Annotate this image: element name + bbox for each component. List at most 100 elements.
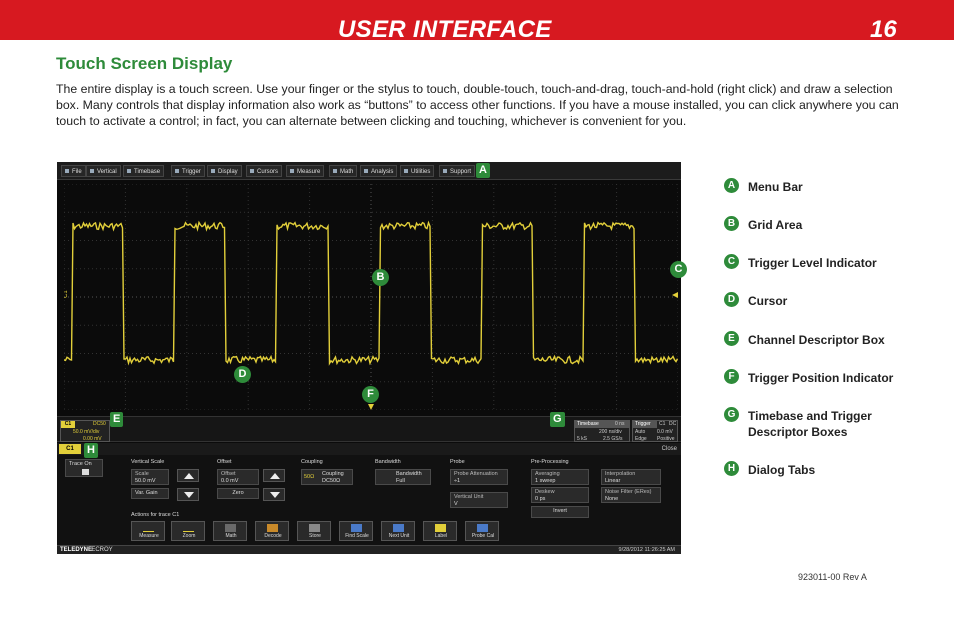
probe-heading: Probe [450, 459, 465, 465]
callout-a: A [476, 163, 490, 178]
legend-badge: E [724, 331, 739, 346]
pre-processing-heading: Pre-Processing [531, 459, 569, 465]
legend-label: Menu Bar [748, 180, 803, 194]
menu-display[interactable]: Display [207, 165, 242, 177]
offset-down-button[interactable] [263, 488, 285, 501]
callout-g: G [550, 412, 565, 427]
grid-lines [64, 184, 678, 410]
oscilloscope-screen: File Vertical Timebase Trigger Display C… [57, 162, 681, 554]
vertical-unit-field[interactable]: Vertical Unit V [450, 492, 508, 508]
page-number: 16 [870, 16, 897, 43]
legend-label: Timebase and Trigger Descriptor Boxes [748, 409, 872, 439]
trace-on-toggle[interactable]: Trace On [65, 459, 103, 477]
legend-label: Trigger Position Indicator [748, 371, 894, 385]
channel-tag: C1 [61, 421, 75, 428]
trigger-level: 0.0 mV [657, 429, 673, 435]
callout-e: E [110, 412, 124, 427]
menu-bar: File Vertical Timebase Trigger Display C… [57, 162, 681, 180]
measure-button[interactable]: Measure [131, 521, 165, 541]
tab-c1[interactable]: C1 [59, 444, 81, 454]
zero-button[interactable]: Zero [217, 488, 259, 499]
trigger-descriptor-box[interactable]: Trigger C1 DC Auto 0.0 mV Edge Positive [632, 420, 678, 442]
offset-field[interactable]: Offset 0.0 mV [217, 469, 259, 485]
legend-badge: F [724, 369, 739, 384]
callout-b: B [372, 269, 389, 286]
timebase-per-div: 200 ns/div [599, 429, 622, 435]
channel-scale: 50.0 mV/div [73, 429, 100, 435]
timebase-descriptor-box[interactable]: Timebase 0 ns 200 ns/div 5 kS 2.5 GS/s [574, 420, 630, 442]
menu-vertical[interactable]: Vertical [86, 165, 121, 177]
next-unit-icon [393, 524, 404, 532]
legend-badge: B [724, 216, 739, 231]
interpolation-field[interactable]: Interpolation Linear [601, 469, 661, 485]
legend-label: Grid Area [748, 218, 803, 232]
callout-f: F [362, 386, 379, 403]
label-icon [435, 524, 446, 532]
decode-button[interactable]: Decode [255, 521, 289, 541]
legend-label: Channel Descriptor Box [748, 333, 885, 347]
find-scale-icon [351, 524, 362, 532]
document-code: 923011-00 Rev A [798, 572, 867, 582]
scale-up-button[interactable] [177, 469, 199, 482]
timestamp: 9/28/2012 11:26:25 AM [618, 547, 675, 553]
noise-filter-field[interactable]: Noise Filter (ERes) None [601, 487, 661, 503]
menu-analysis[interactable]: Analysis [360, 165, 398, 177]
legend-label: Dialog Tabs [748, 463, 816, 477]
trigger-position-indicator [368, 404, 374, 410]
label-button[interactable]: Label [423, 521, 457, 541]
channel-descriptor-box[interactable]: C1 DC50 50.0 mV/div 0.00 mV [60, 420, 110, 442]
callout-d: D [234, 366, 251, 383]
menu-math[interactable]: Math [329, 165, 358, 177]
menu-support[interactable]: Support [439, 165, 476, 177]
timebase-samples: 5 kS [577, 436, 588, 442]
averaging-field[interactable]: Averaging 1 sweep [531, 469, 589, 485]
grid-area[interactable]: C1 [64, 184, 678, 410]
trace-on-label: Trace On [69, 461, 92, 467]
menu-file[interactable]: File [61, 165, 86, 177]
trigger-type: Edge [635, 436, 647, 442]
menu-utilities[interactable]: Utilities [400, 165, 435, 177]
trigger-slope: Positive [657, 436, 675, 442]
intro-paragraph: The entire display is a touch screen. Us… [56, 82, 899, 128]
checkbox-icon [82, 468, 89, 475]
offset-up-button[interactable] [263, 469, 285, 482]
menu-trigger[interactable]: Trigger [171, 165, 205, 177]
deskew-field[interactable]: Deskew 0 ps [531, 487, 589, 503]
measure-icon [143, 524, 154, 532]
legend-badge: D [724, 292, 739, 307]
probe-attenuation-field[interactable]: Probe Attenuation ÷1 [450, 469, 508, 485]
menu-timebase[interactable]: Timebase [123, 165, 165, 177]
zoom-button[interactable]: Zoom [171, 521, 205, 541]
menu-cursors[interactable]: Cursors [246, 165, 283, 177]
zoom-icon [183, 524, 194, 532]
page-header: USER INTERFACE 16 [0, 0, 954, 43]
status-bar: TELEDYNE LECROY 9/28/2012 11:26:25 AM [57, 545, 681, 554]
callout-c: C [670, 261, 687, 278]
legend-badge: G [724, 407, 739, 422]
invert-button[interactable]: Invert [531, 506, 589, 518]
header-title: USER INTERFACE [338, 16, 552, 43]
math-button[interactable]: Math [213, 521, 247, 541]
trace-label: C1 [64, 290, 69, 298]
dialog-tabs: C1 Close [57, 443, 681, 455]
trigger-mode: Auto [635, 429, 646, 435]
bandwidth-field[interactable]: Bandwidth Full [375, 469, 431, 485]
probe-cal-icon [477, 524, 488, 532]
bandwidth-heading: Bandwidth [375, 459, 401, 465]
coupling-field[interactable]: 50Ω Coupling DC50Ω [301, 469, 353, 485]
channel-offset: 0.00 mV [83, 436, 102, 442]
var-gain-button[interactable]: Var. Gain [131, 488, 169, 499]
close-button[interactable]: Close [662, 444, 677, 454]
scale-down-button[interactable] [177, 488, 199, 501]
store-button[interactable]: Store [297, 521, 331, 541]
vertical-scale-heading: Vertical Scale [131, 459, 165, 465]
probe-cal-button[interactable]: Probe Cal [465, 521, 499, 541]
menu-measure[interactable]: Measure [286, 165, 325, 177]
actions-heading: Actions for trace C1 [131, 512, 180, 518]
find-scale-button[interactable]: Find Scale [339, 521, 373, 541]
scale-field[interactable]: Scale 50.0 mV [131, 469, 169, 485]
legend-badge: A [724, 178, 739, 193]
descriptor-strip: C1 DC50 50.0 mV/div 0.00 mV Timebase 0 n… [57, 416, 681, 442]
next-unit-button[interactable]: Next Unit [381, 521, 415, 541]
store-icon [309, 524, 320, 532]
